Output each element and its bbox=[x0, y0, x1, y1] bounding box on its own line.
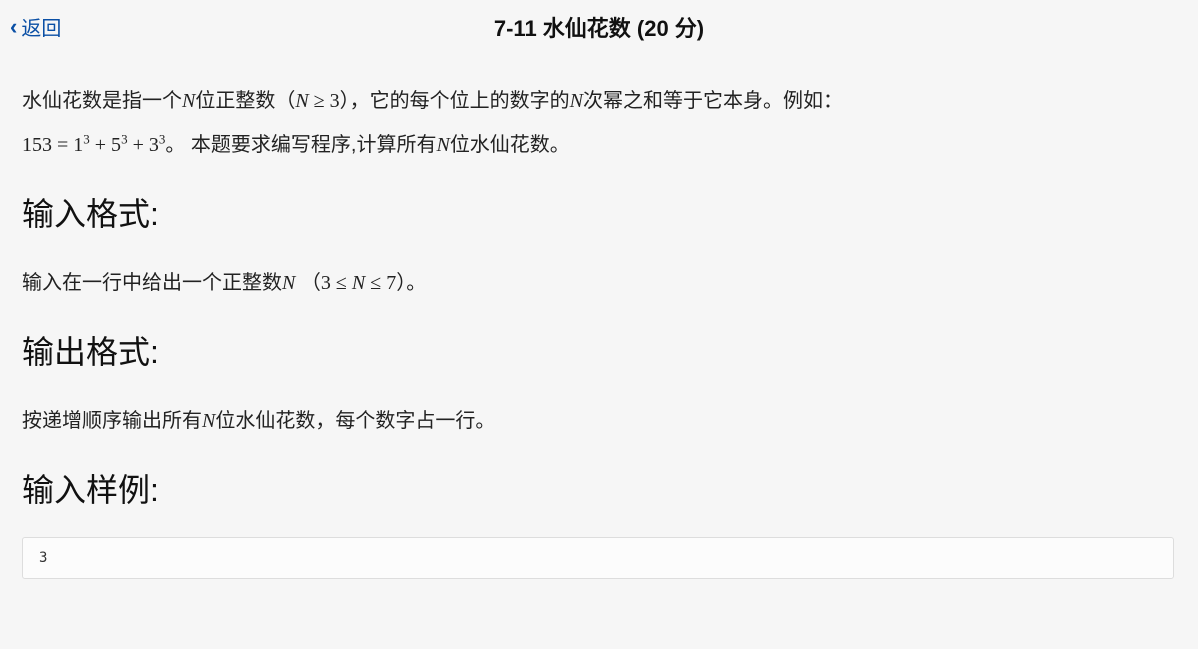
math-var: N bbox=[282, 272, 295, 294]
text: 。 本题要求编写程序,计算所有 bbox=[165, 134, 436, 156]
heading-output-format: 输出格式: bbox=[22, 327, 1176, 373]
top-bar: ‹ 返回 7-11 水仙花数 (20 分) bbox=[0, 0, 1198, 51]
text: 水仙花数是指一个 bbox=[22, 90, 182, 112]
heading-sample-input: 输入样例: bbox=[22, 465, 1176, 511]
problem-description: 水仙花数是指一个N位正整数（N ≥ 3），它的每个位上的数字的N次幂之和等于它本… bbox=[22, 79, 962, 167]
text: 按递增顺序输出所有 bbox=[22, 410, 202, 432]
output-format-text: 按递增顺序输出所有N位水仙花数，每个数字占一行。 bbox=[22, 399, 962, 443]
text: 次幂之和等于它本身。例如： bbox=[583, 90, 843, 112]
chevron-left-icon: ‹ bbox=[10, 16, 17, 38]
back-label: 返回 bbox=[21, 12, 61, 41]
sample-input-text: 3 bbox=[39, 550, 47, 566]
problem-content: 水仙花数是指一个N位正整数（N ≥ 3），它的每个位上的数字的N次幂之和等于它本… bbox=[0, 51, 1198, 597]
math-var: N bbox=[570, 90, 583, 112]
text: 位水仙花数，每个数字占一行。 bbox=[215, 410, 495, 432]
text: 输入在一行中给出一个正整数 bbox=[22, 272, 282, 294]
back-link[interactable]: ‹ 返回 bbox=[10, 12, 61, 41]
sample-input-block: 3 bbox=[22, 537, 1174, 579]
text: （ bbox=[301, 272, 321, 294]
input-format-text: 输入在一行中给出一个正整数N （3 ≤ N ≤ 7）。 bbox=[22, 261, 962, 305]
text: ），它的每个位上的数字的 bbox=[340, 90, 570, 112]
math-equation: 153 = 13 + 53 + 33 bbox=[22, 134, 165, 156]
math-range: 3 ≤ N ≤ 7 bbox=[321, 272, 396, 294]
math-cond: N ≥ 3 bbox=[295, 90, 339, 112]
math-var: N bbox=[202, 410, 215, 432]
page-title: 7-11 水仙花数 (20 分) bbox=[494, 16, 704, 41]
math-var: N bbox=[182, 90, 195, 112]
heading-input-format: 输入格式: bbox=[22, 189, 1176, 235]
text: ）。 bbox=[396, 272, 426, 294]
math-var: N bbox=[436, 134, 449, 156]
text: 位正整数（ bbox=[195, 90, 295, 112]
text: 位水仙花数。 bbox=[450, 134, 570, 156]
